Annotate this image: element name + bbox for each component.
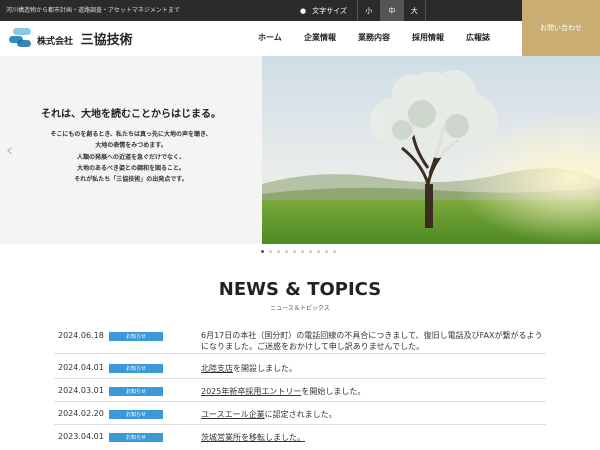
- nav-item-services[interactable]: 業務内容: [358, 32, 390, 43]
- news-text-rest: を開始しました。: [301, 387, 366, 396]
- slider-dot[interactable]: [269, 250, 272, 253]
- hero-slider: それは、大地を読むことからはじまる。 そこにものを創るとき、私たちは真っ先に大地…: [0, 56, 600, 244]
- news-date: 2024.03.01: [58, 386, 104, 395]
- hero-line: そこにものを創るとき、私たちは真っ先に大地の声を聴き、: [50, 131, 212, 138]
- tagline: 河川構造物から都市計画・道路調査・アセットマネジメントまで: [6, 7, 180, 14]
- slider-dot[interactable]: [309, 250, 312, 253]
- slider-dot[interactable]: [293, 250, 296, 253]
- news-badge: お知らせ: [109, 364, 163, 373]
- nav-item-recruit[interactable]: 採用情報: [412, 32, 444, 43]
- news-item[interactable]: 2024.02.20 お知らせ ユースエール企業に認定されました。: [54, 402, 546, 425]
- hero-text-panel: それは、大地を読むことからはじまる。 そこにものを創るとき、私たちは真っ先に大地…: [0, 56, 262, 244]
- news-link[interactable]: 2025年新卒採用エントリー: [201, 387, 301, 396]
- contact-label: お問い合わせ: [540, 24, 582, 32]
- news-item[interactable]: 2024.04.01 お知らせ 北陸支店を開設しました。: [54, 354, 546, 379]
- header: 株式会社 三協技術 ホーム 企業情報 業務内容 採用情報 広報誌: [0, 21, 522, 56]
- slider-dot[interactable]: [277, 250, 280, 253]
- nav-item-magazine[interactable]: 広報誌: [466, 32, 490, 43]
- top-bar: 河川構造物から都市計画・道路調査・アセットマネジメントまで ● 文字サイズ 小 …: [0, 0, 522, 21]
- font-size-label: 文字サイズ: [312, 6, 347, 15]
- font-size-medium-button[interactable]: 中: [379, 0, 403, 21]
- news-title: NEWS & TOPICS: [218, 279, 382, 300]
- news-link[interactable]: ユースエール企業: [201, 410, 265, 419]
- nav-item-company[interactable]: 企業情報: [304, 32, 336, 43]
- news-date: 2024.06.18: [58, 331, 104, 340]
- news-badge: お知らせ: [109, 387, 163, 396]
- news-item[interactable]: 2024.06.18 お知らせ 6月17日の本社（国分町）の電話回線の不具合につ…: [54, 326, 546, 354]
- news-subtitle: ニュース＆トピックス: [270, 305, 330, 312]
- hero-line: それが私たち「三協技術」の出発点です。: [74, 176, 188, 184]
- font-size-small-button[interactable]: 小: [356, 0, 380, 21]
- news-link[interactable]: 北陸支店: [201, 364, 233, 373]
- logo-mark-icon: [7, 26, 33, 50]
- chevron-right-icon[interactable]: ›: [583, 140, 590, 161]
- news-date: 2024.04.01: [58, 363, 104, 372]
- news-text: 北陸支店を開設しました。: [201, 363, 546, 374]
- nav-item-home[interactable]: ホーム: [258, 32, 282, 43]
- slider-dot[interactable]: [325, 250, 328, 253]
- slider-dot[interactable]: [301, 250, 304, 253]
- logo-text: 株式会社 三協技術: [37, 29, 133, 48]
- hero-body: そこにものを創るとき、私たちは真っ先に大地の声を聴き、 大地の表情をみつめます。…: [0, 129, 262, 185]
- chevron-left-icon[interactable]: ‹: [6, 140, 13, 161]
- news-text: 2025年新卒採用エントリーを開始しました。: [201, 386, 546, 397]
- logo-name: 三協技術: [80, 32, 133, 48]
- news-link[interactable]: 茨城営業所を移転しました。: [201, 433, 305, 442]
- hero-line: 大地のあるべき姿との調和を図ること。: [77, 164, 185, 172]
- slider-dot[interactable]: [285, 250, 288, 253]
- news-badge: お知らせ: [109, 433, 163, 442]
- slider-dots: [0, 250, 600, 256]
- bullet-icon: ●: [300, 6, 307, 15]
- hero-title: それは、大地を読むことからはじまる。: [41, 109, 221, 120]
- hero-line: 人類の発展への近道を急ぐだけでなく、: [76, 153, 185, 161]
- logo[interactable]: 株式会社 三協技術: [7, 26, 133, 50]
- slider-dot[interactable]: [317, 250, 320, 253]
- news-text: 6月17日の本社（国分町）の電話回線の不具合につきまして、復旧し電話及びFAXが…: [201, 331, 543, 351]
- news-item[interactable]: 2024.03.01 お知らせ 2025年新卒採用エントリーを開始しました。: [54, 379, 546, 402]
- news-text-rest: を開設しました。: [233, 364, 297, 373]
- slider-dot[interactable]: [261, 250, 264, 253]
- font-size-switcher: ● 文字サイズ 小 中 大: [300, 0, 426, 21]
- news-text-rest: に認定されました。: [264, 410, 337, 419]
- news-badge: お知らせ: [109, 410, 163, 419]
- font-size-large-button[interactable]: 大: [402, 0, 426, 21]
- news-date: 2023.04.01: [58, 432, 104, 441]
- news-text: ユースエール企業に認定されました。: [201, 409, 546, 420]
- news-badge: お知らせ: [109, 332, 163, 341]
- news-date: 2024.02.20: [58, 409, 104, 418]
- news-text: 茨城営業所を移転しました。: [201, 432, 546, 443]
- hero-image: [262, 56, 600, 244]
- slider-dot[interactable]: [333, 250, 336, 253]
- contact-button[interactable]: お問い合わせ: [522, 0, 600, 56]
- hero-line: 大地の表情をみつめます。: [95, 142, 167, 150]
- logo-prefix: 株式会社: [37, 36, 74, 47]
- news-item[interactable]: 2023.04.01 お知らせ 茨城営業所を移転しました。: [54, 425, 546, 450]
